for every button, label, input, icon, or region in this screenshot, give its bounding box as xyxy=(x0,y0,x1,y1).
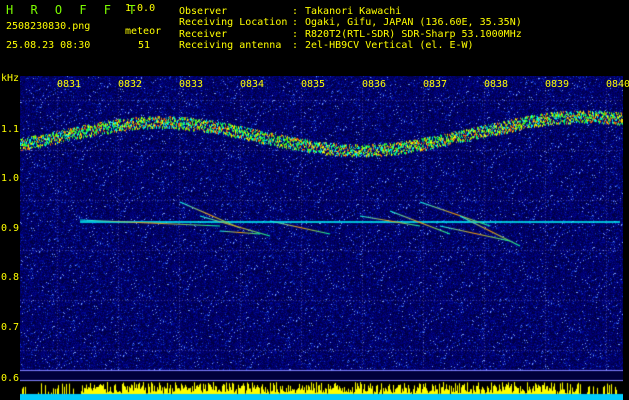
x-tick-0834: 0834 xyxy=(240,79,265,90)
x-tick-0833: 0833 xyxy=(179,79,204,90)
x-tick-0838: 0838 xyxy=(484,79,509,90)
x-tick-0839: 0839 xyxy=(545,79,570,90)
hroffft-screen: H R O F F T 1.0.0 2508230830.png 25.08.2… xyxy=(0,0,629,400)
x-tick-0835: 0835 xyxy=(301,79,326,90)
y-tick-0-6: 0.6 xyxy=(1,373,20,384)
spectrogram-plot xyxy=(20,76,623,400)
y-tick-1-0: 1.0 xyxy=(1,173,20,184)
y-tick-0-7: 0.7 xyxy=(1,322,20,333)
observer-separator: : xyxy=(292,6,299,17)
spectrogram-canvas xyxy=(20,76,623,400)
y-axis-unit: kHz xyxy=(1,73,20,84)
x-tick-0832: 0832 xyxy=(118,79,143,90)
y-tick-1-1: 1.1 xyxy=(1,124,20,135)
x-tick-0831: 0831 xyxy=(57,79,82,90)
location-value: Ogaki, Gifu, JAPAN (136.60E, 35.35N) xyxy=(305,17,522,28)
observer-value: Takanori Kawachi xyxy=(305,6,402,17)
x-tick-0837: 0837 xyxy=(423,79,448,90)
receiver-separator: : xyxy=(292,29,299,40)
antenna-label: Receiving antenna xyxy=(179,40,282,51)
x-tick-0836: 0836 xyxy=(362,79,387,90)
location-label: Receiving Location xyxy=(179,17,288,28)
meteor-count-label: meteor xyxy=(125,26,162,37)
app-name: H R O F F T xyxy=(6,3,141,17)
receiver-label: Receiver xyxy=(179,29,228,40)
file-name: 2508230830.png xyxy=(6,21,91,32)
receiver-value: R820T2(RTL-SDR) SDR-Sharp 53.1000MHz xyxy=(305,29,522,40)
x-tick-0840: 0840 xyxy=(606,79,629,90)
y-tick-0-8: 0.8 xyxy=(1,272,20,283)
observer-label: Observer xyxy=(179,6,228,17)
antenna-separator: : xyxy=(292,40,299,51)
location-separator: : xyxy=(292,17,299,28)
file-datetime: 25.08.23 08:30 xyxy=(6,40,91,51)
y-tick-0-9: 0.9 xyxy=(1,223,20,234)
meteor-count-value: 51 xyxy=(138,40,151,51)
antenna-value: 2el-HB9CV Vertical (el. E-W) xyxy=(305,40,474,51)
app-version: 1.0.0 xyxy=(125,3,156,14)
